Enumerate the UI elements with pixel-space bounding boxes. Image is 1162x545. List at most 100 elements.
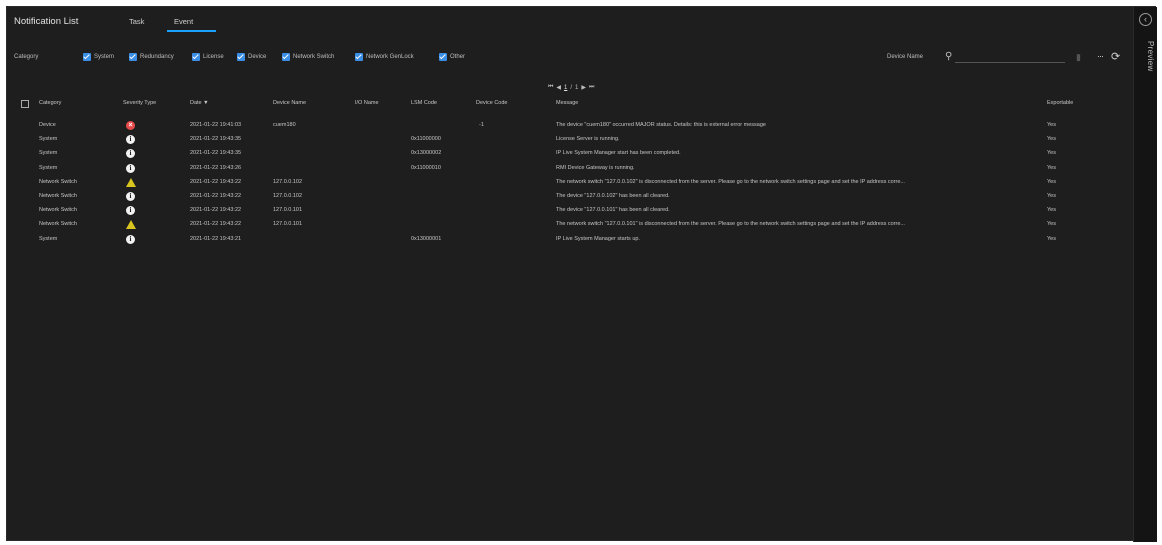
- info-circle-icon: i: [126, 163, 135, 173]
- cell-device-name: 127.0.0.102: [273, 178, 303, 185]
- page-separator: /: [570, 84, 573, 91]
- cell-category: System: [39, 136, 58, 143]
- cell-exportable: Yes: [1047, 221, 1056, 228]
- filter-other-checkbox[interactable]: Other: [439, 53, 465, 61]
- cell-device-name: 127.0.0.101: [273, 207, 303, 214]
- filter-redundancy-checkbox[interactable]: Redundancy: [129, 53, 174, 61]
- cell-date: 2021-01-22 19:43:26: [190, 164, 242, 171]
- filter-license-checkbox[interactable]: License: [192, 53, 224, 61]
- col-device-code[interactable]: Device Code: [476, 100, 508, 106]
- cell-lsm-code: 0x11000000: [411, 136, 441, 143]
- cell-exportable: Yes: [1047, 193, 1056, 199]
- cell-exportable: Yes: [1047, 207, 1056, 214]
- info-circle-icon: i: [126, 135, 135, 145]
- info-circle-icon: i: [126, 234, 135, 244]
- checkbox-checked-icon: [355, 53, 363, 61]
- last-page-icon[interactable]: ⏭: [589, 84, 594, 91]
- search-icon: ⚲: [945, 51, 953, 62]
- filter-network-genlock-checkbox[interactable]: Network GenLock: [355, 53, 414, 61]
- cell-category: Device: [39, 122, 56, 128]
- cell-exportable: Yes: [1047, 178, 1056, 185]
- cell-date: 2021-01-22 19:43:22: [190, 193, 242, 199]
- table-row[interactable]: System 2021-01-22 19:43:35 0x13000002 IP Li…: [7, 147, 1133, 161]
- filter-device-checkbox[interactable]: Device: [237, 53, 266, 61]
- col-category[interactable]: Category: [39, 100, 61, 106]
- cell-message: License Server is running.: [556, 136, 620, 143]
- category-filter-bar: Category System Redundancy License Devic…: [7, 51, 1133, 67]
- cell-exportable: Yes: [1047, 122, 1056, 128]
- col-date[interactable]: Date ▼: [190, 100, 209, 106]
- next-page-icon[interactable]: ▶: [581, 84, 586, 91]
- checkbox-checked-icon: [129, 53, 137, 61]
- table-row[interactable]: Network Switch 2021-01-22 19:43:22 127.0.0…: [7, 176, 1133, 190]
- app-window: Notification List Task Event Category Sy…: [6, 6, 1157, 542]
- cell-category: System: [39, 150, 58, 157]
- page-title: Notification List: [14, 16, 79, 27]
- tab-task[interactable]: Task: [129, 17, 144, 26]
- notification-panel: Notification List Task Event Category Sy…: [7, 7, 1133, 542]
- col-device-name[interactable]: Device Name: [273, 100, 306, 106]
- cell-message: The network switch "127.0.0.101" is disc…: [556, 221, 905, 228]
- table-row[interactable]: Network Switch 2021-01-22 19:43:22 127.0.0…: [7, 218, 1133, 232]
- collapse-panel-icon[interactable]: ‹: [1139, 13, 1152, 26]
- cell-device-code: -1: [479, 122, 484, 128]
- cell-message: The network switch "127.0.0.102" is disc…: [556, 178, 905, 185]
- device-name-search-input[interactable]: [955, 53, 1065, 63]
- table-header: Category Severity Type Date ▼ Device Nam…: [7, 98, 1133, 110]
- cell-exportable: Yes: [1047, 136, 1056, 143]
- current-page[interactable]: 1: [564, 85, 567, 91]
- table-row[interactable]: Network Switch 2021-01-22 19:43:22 127.0.0…: [7, 204, 1133, 218]
- col-io-name[interactable]: I/O Name: [355, 100, 379, 106]
- filter-system-checkbox[interactable]: System: [83, 53, 114, 61]
- col-lsm-code[interactable]: LSM Code: [411, 100, 437, 106]
- sort-desc-icon: ▼: [203, 100, 209, 106]
- cell-lsm-code: 0x13000001: [411, 235, 442, 242]
- cell-message: IP Live System Manager starts up.: [556, 235, 640, 242]
- checkbox-checked-icon: [282, 53, 290, 61]
- cell-exportable: Yes: [1047, 164, 1056, 171]
- select-all-checkbox[interactable]: [21, 100, 29, 108]
- warning-triangle-icon: [126, 220, 136, 230]
- filter-network-switch-checkbox[interactable]: Network Switch: [282, 53, 334, 61]
- preview-sidebar: ‹ Preview: [1133, 7, 1157, 542]
- cell-category: Network Switch: [39, 221, 77, 228]
- col-severity-type[interactable]: Severity Type: [123, 100, 156, 106]
- cell-device-name: 127.0.0.101: [273, 221, 303, 228]
- refresh-icon[interactable]: ⟳: [1111, 50, 1120, 63]
- table-row[interactable]: Network Switch 2021-01-22 19:43:22 127.0.0…: [7, 190, 1133, 204]
- prev-page-icon[interactable]: ◀: [556, 84, 561, 91]
- cell-date: 2021-01-22 19:43:22: [190, 178, 242, 185]
- cell-exportable: Yes: [1047, 150, 1056, 157]
- table-row[interactable]: System 2021-01-22 19:43:26 0x11000010 RMI D…: [7, 162, 1133, 176]
- checkbox-checked-icon: [439, 53, 447, 61]
- table-row[interactable]: System 2021-01-22 19:43:21 0x13000001 IP Li…: [7, 233, 1133, 247]
- cell-message: The device "127.0.0.102" has been all cl…: [556, 193, 670, 199]
- total-pages: 1: [575, 84, 579, 91]
- more-options-icon[interactable]: ···: [1097, 51, 1104, 61]
- cell-message: The device "127.0.0.101" has been all cl…: [556, 207, 670, 214]
- cell-category: Network Switch: [39, 193, 77, 199]
- pagination: ⏮ ◀ 1 / 1 ▶ ⏭: [548, 84, 594, 91]
- preview-tab[interactable]: Preview: [1137, 41, 1155, 72]
- cell-device-name: 127.0.0.102: [273, 193, 303, 199]
- cell-category: System: [39, 235, 58, 242]
- category-label: Category: [14, 54, 39, 60]
- cell-date: 2021-01-22 19:43:22: [190, 221, 242, 228]
- table-row[interactable]: Device 2021-01-22 19:41:03 cuem180 -1 The de…: [7, 119, 1133, 133]
- info-circle-icon: i: [126, 206, 135, 216]
- trash-icon[interactable]: ▮: [1076, 52, 1081, 63]
- cell-category: System: [39, 164, 58, 171]
- col-exportable[interactable]: Exportable: [1047, 100, 1073, 106]
- device-name-label: Device Name: [887, 54, 924, 60]
- info-circle-icon: i: [126, 149, 135, 159]
- table-row[interactable]: System 2021-01-22 19:43:35 0x11000000 Licen…: [7, 133, 1133, 147]
- col-message[interactable]: Message: [556, 100, 578, 106]
- first-page-icon[interactable]: ⏮: [548, 84, 553, 91]
- cell-date: 2021-01-22 19:43:22: [190, 207, 242, 214]
- checkbox-checked-icon: [192, 53, 200, 61]
- tab-event[interactable]: Event: [174, 17, 193, 26]
- info-circle-icon: i: [126, 192, 135, 201]
- cell-date: 2021-01-22 19:43:35: [190, 136, 242, 143]
- cell-date: 2021-01-22 19:41:03: [190, 122, 242, 128]
- active-tab-indicator: [167, 30, 216, 32]
